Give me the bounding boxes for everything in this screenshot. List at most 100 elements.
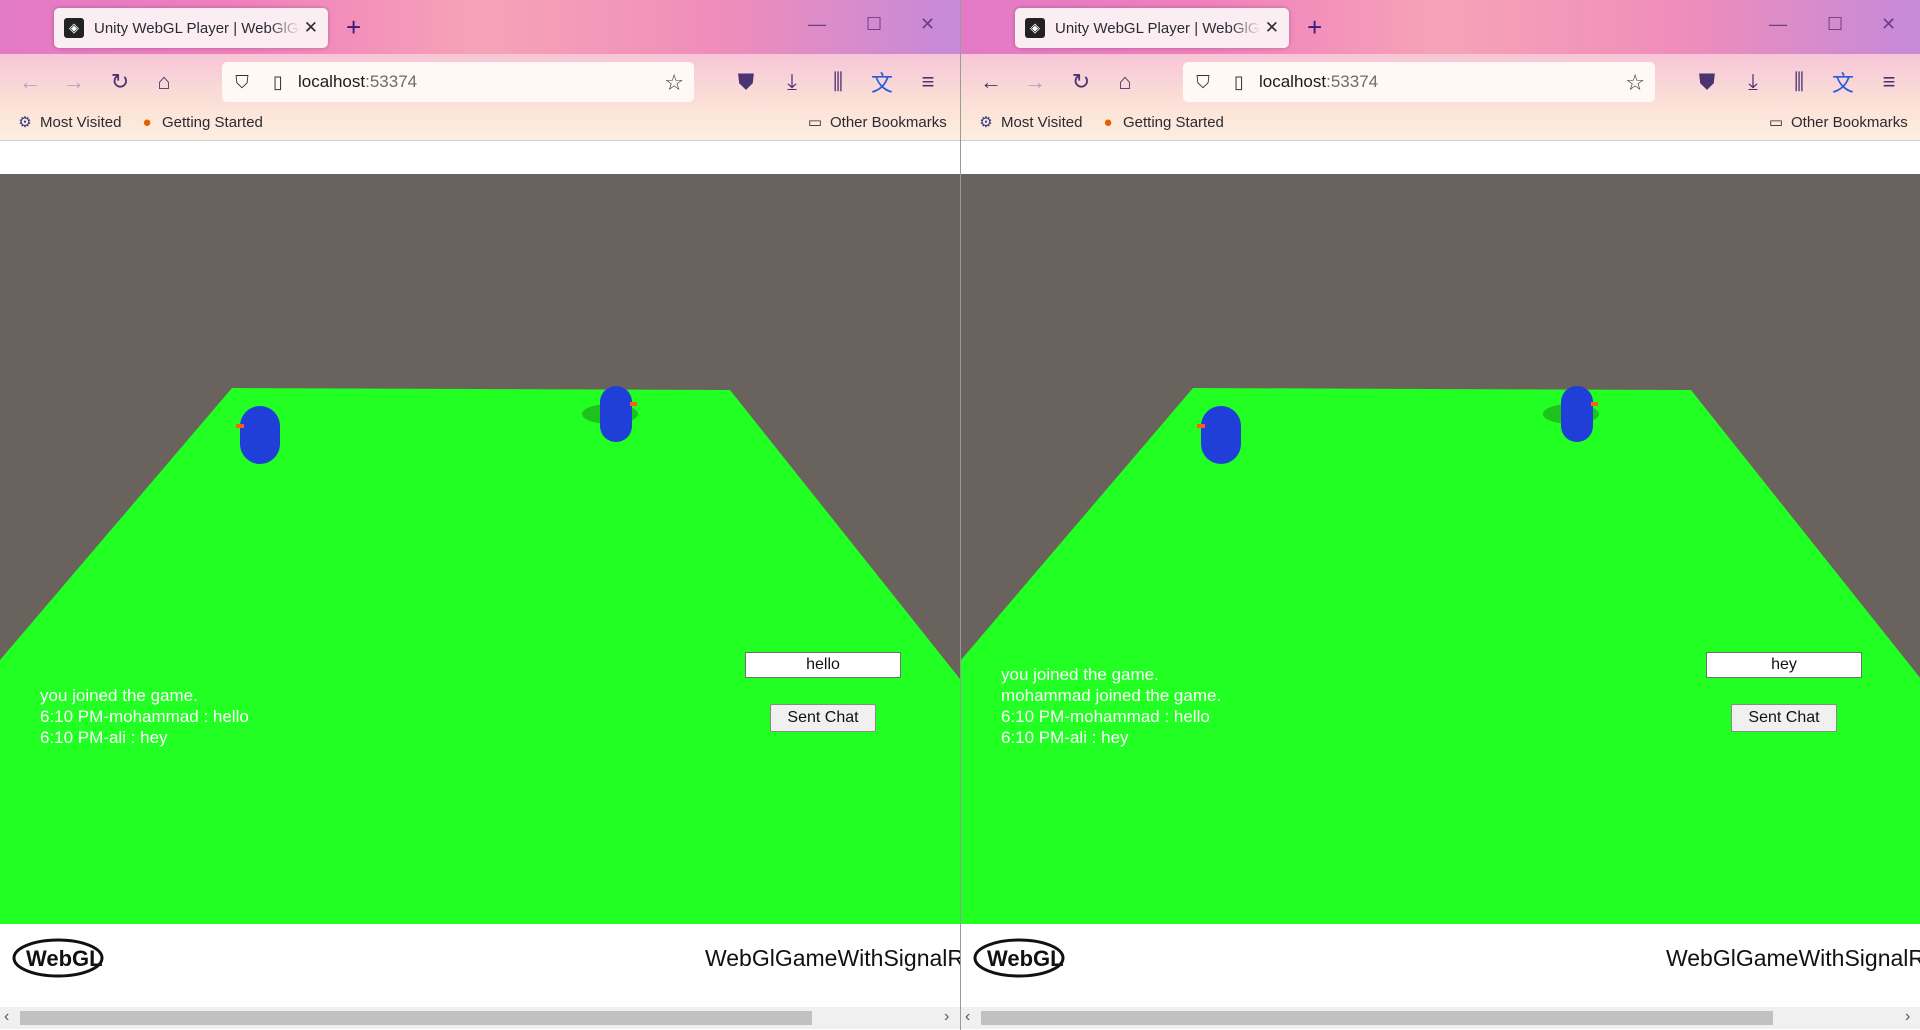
- url-port: :53374: [1326, 72, 1379, 91]
- player-capsule-right: [1561, 386, 1593, 442]
- bookmark-other[interactable]: ▭ Other Bookmarks: [1767, 113, 1908, 132]
- titlebar: ◈ Unity WebGL Player | WebGlGameWithSign…: [961, 0, 1920, 54]
- shield-icon[interactable]: ⛉: [1191, 70, 1215, 94]
- new-tab-icon[interactable]: +: [346, 12, 361, 42]
- webgl-logo: WebGL: [973, 938, 1065, 978]
- svg-text:WebGL: WebGL: [987, 946, 1064, 971]
- download-icon[interactable]: ⤓: [776, 66, 808, 98]
- webgl-logo: WebGL: [12, 938, 104, 978]
- menu-icon[interactable]: ≡: [1873, 66, 1905, 98]
- browser-tab[interactable]: ◈ Unity WebGL Player | WebGlGameWithSign…: [1015, 8, 1289, 48]
- chat-line: 6:10 PM-ali : hey: [40, 728, 168, 747]
- chat-line: you joined the game.: [40, 686, 198, 705]
- url-host: localhost: [1259, 72, 1327, 91]
- browser-chrome: ◈ Unity WebGL Player | WebGlGameWithSign…: [0, 0, 960, 140]
- tab-close-icon[interactable]: ✕: [304, 18, 318, 38]
- chat-line: you joined the game.: [1001, 665, 1159, 684]
- scroll-right-icon[interactable]: ›: [944, 1008, 949, 1026]
- library-icon[interactable]: ⫼: [822, 66, 854, 98]
- star-icon[interactable]: ☆: [1625, 70, 1645, 96]
- send-chat-button[interactable]: Sent Chat: [770, 704, 876, 732]
- chat-input[interactable]: hello: [745, 652, 901, 678]
- browser-window-left: ◈ Unity WebGL Player | WebGlGameWithSign…: [0, 0, 960, 1030]
- bookmark-label: Other Bookmarks: [1791, 113, 1908, 131]
- send-chat-button[interactable]: Sent Chat: [1731, 704, 1837, 732]
- webgl-footer: WebGL WebGlGameWithSignalR: [961, 924, 1920, 1004]
- page-content: you joined the game. mohammad joined the…: [961, 140, 1920, 1030]
- bookmark-other[interactable]: ▭ Other Bookmarks: [806, 113, 947, 132]
- gear-icon: ⚙: [18, 114, 32, 131]
- reload-icon[interactable]: ↻: [104, 66, 136, 98]
- bookmark-most-visited[interactable]: ⚙ Most Visited: [977, 113, 1082, 132]
- firefox-icon: ●: [1103, 113, 1113, 131]
- star-icon[interactable]: ☆: [664, 70, 684, 96]
- minimize-icon[interactable]: —: [808, 14, 826, 35]
- svg-text:WebGL: WebGL: [26, 946, 103, 971]
- navigation-bar: ← → ↻ ⌂ ⛉ ▯ localhost:53374 ☆ ⛊ ⤓ ⫼ 文 ≡: [961, 54, 1920, 110]
- horizontal-scrollbar[interactable]: ‹ ›: [0, 1007, 960, 1029]
- url-text[interactable]: localhost:53374: [1259, 72, 1378, 92]
- library-icon[interactable]: ⫼: [1783, 66, 1815, 98]
- scrollbar-thumb[interactable]: [20, 1011, 812, 1025]
- browser-tab[interactable]: ◈ Unity WebGL Player | WebGlGameWithSign…: [54, 8, 328, 48]
- minimize-icon[interactable]: —: [1769, 14, 1787, 35]
- maximize-icon[interactable]: ☐: [1827, 14, 1843, 35]
- home-icon[interactable]: ⌂: [1109, 66, 1141, 98]
- chat-line: mohammad joined the game.: [1001, 686, 1222, 705]
- player-marker: [236, 424, 244, 428]
- url-bar[interactable]: ⛉ ▯ localhost:53374 ☆: [222, 62, 694, 102]
- horizontal-scrollbar[interactable]: ‹ ›: [961, 1007, 1920, 1029]
- chat-line: 6:10 PM-mohammad : hello: [1001, 707, 1210, 726]
- translate-icon[interactable]: 文: [866, 66, 898, 98]
- forward-icon[interactable]: →: [1019, 66, 1051, 98]
- new-tab-icon[interactable]: +: [1307, 12, 1322, 42]
- url-text[interactable]: localhost:53374: [298, 72, 417, 92]
- scrollbar-thumb[interactable]: [981, 1011, 1773, 1025]
- folder-icon: ▭: [1768, 114, 1784, 131]
- tab-close-icon[interactable]: ✕: [1265, 18, 1279, 38]
- player-marker: [1591, 402, 1598, 406]
- navigation-bar: ← → ↻ ⌂ ⛉ ▯ localhost:53374 ☆ ⛊ ⤓ ⫼ 文 ≡: [0, 54, 960, 110]
- scroll-left-icon[interactable]: ‹: [965, 1008, 970, 1026]
- game-scene: [0, 386, 960, 924]
- chat-input[interactable]: hey: [1706, 652, 1862, 678]
- close-icon[interactable]: ✕: [920, 14, 935, 35]
- chat-log: you joined the game. 6:10 PM-mohammad : …: [40, 685, 249, 748]
- shield-icon[interactable]: ⛉: [230, 70, 254, 94]
- unity-game-canvas[interactable]: you joined the game. 6:10 PM-mohammad : …: [0, 174, 960, 924]
- scroll-left-icon[interactable]: ‹: [4, 1008, 9, 1026]
- back-icon[interactable]: ←: [975, 66, 1007, 98]
- url-bar[interactable]: ⛉ ▯ localhost:53374 ☆: [1183, 62, 1655, 102]
- url-port: :53374: [365, 72, 418, 91]
- unity-favicon: ◈: [1025, 18, 1045, 38]
- bookmark-getting-started[interactable]: ● Getting Started: [1099, 113, 1224, 131]
- unity-game-canvas[interactable]: you joined the game. mohammad joined the…: [961, 174, 1920, 924]
- game-title: WebGlGameWithSignalR: [704, 945, 960, 971]
- scroll-right-icon[interactable]: ›: [1905, 1008, 1910, 1026]
- close-icon[interactable]: ✕: [1881, 14, 1896, 35]
- back-icon[interactable]: ←: [14, 66, 46, 98]
- player-capsule-right: [600, 386, 632, 442]
- maximize-icon[interactable]: ☐: [866, 14, 882, 35]
- page-content: you joined the game. 6:10 PM-mohammad : …: [0, 140, 960, 1030]
- firefox-icon: ●: [142, 113, 152, 131]
- home-icon[interactable]: ⌂: [148, 66, 180, 98]
- player-capsule-left: [1201, 406, 1241, 464]
- pocket-icon[interactable]: ⛊: [730, 66, 762, 98]
- game-scene: [961, 386, 1920, 924]
- download-icon[interactable]: ⤓: [1737, 66, 1769, 98]
- player-capsule-left: [240, 406, 280, 464]
- player-marker: [1197, 424, 1205, 428]
- bookmark-label: Most Visited: [40, 113, 122, 131]
- pocket-icon[interactable]: ⛊: [1691, 66, 1723, 98]
- reload-icon[interactable]: ↻: [1065, 66, 1097, 98]
- bookmark-getting-started[interactable]: ● Getting Started: [138, 113, 262, 131]
- forward-icon[interactable]: →: [58, 66, 90, 98]
- bookmark-most-visited[interactable]: ⚙ Most Visited: [16, 113, 122, 132]
- translate-icon[interactable]: 文: [1827, 66, 1859, 98]
- page-icon: ▯: [273, 71, 283, 92]
- player-marker: [630, 402, 637, 406]
- chat-line: 6:10 PM-ali : hey: [1001, 728, 1129, 747]
- bookmark-label: Getting Started: [1123, 113, 1224, 131]
- menu-icon[interactable]: ≡: [912, 66, 944, 98]
